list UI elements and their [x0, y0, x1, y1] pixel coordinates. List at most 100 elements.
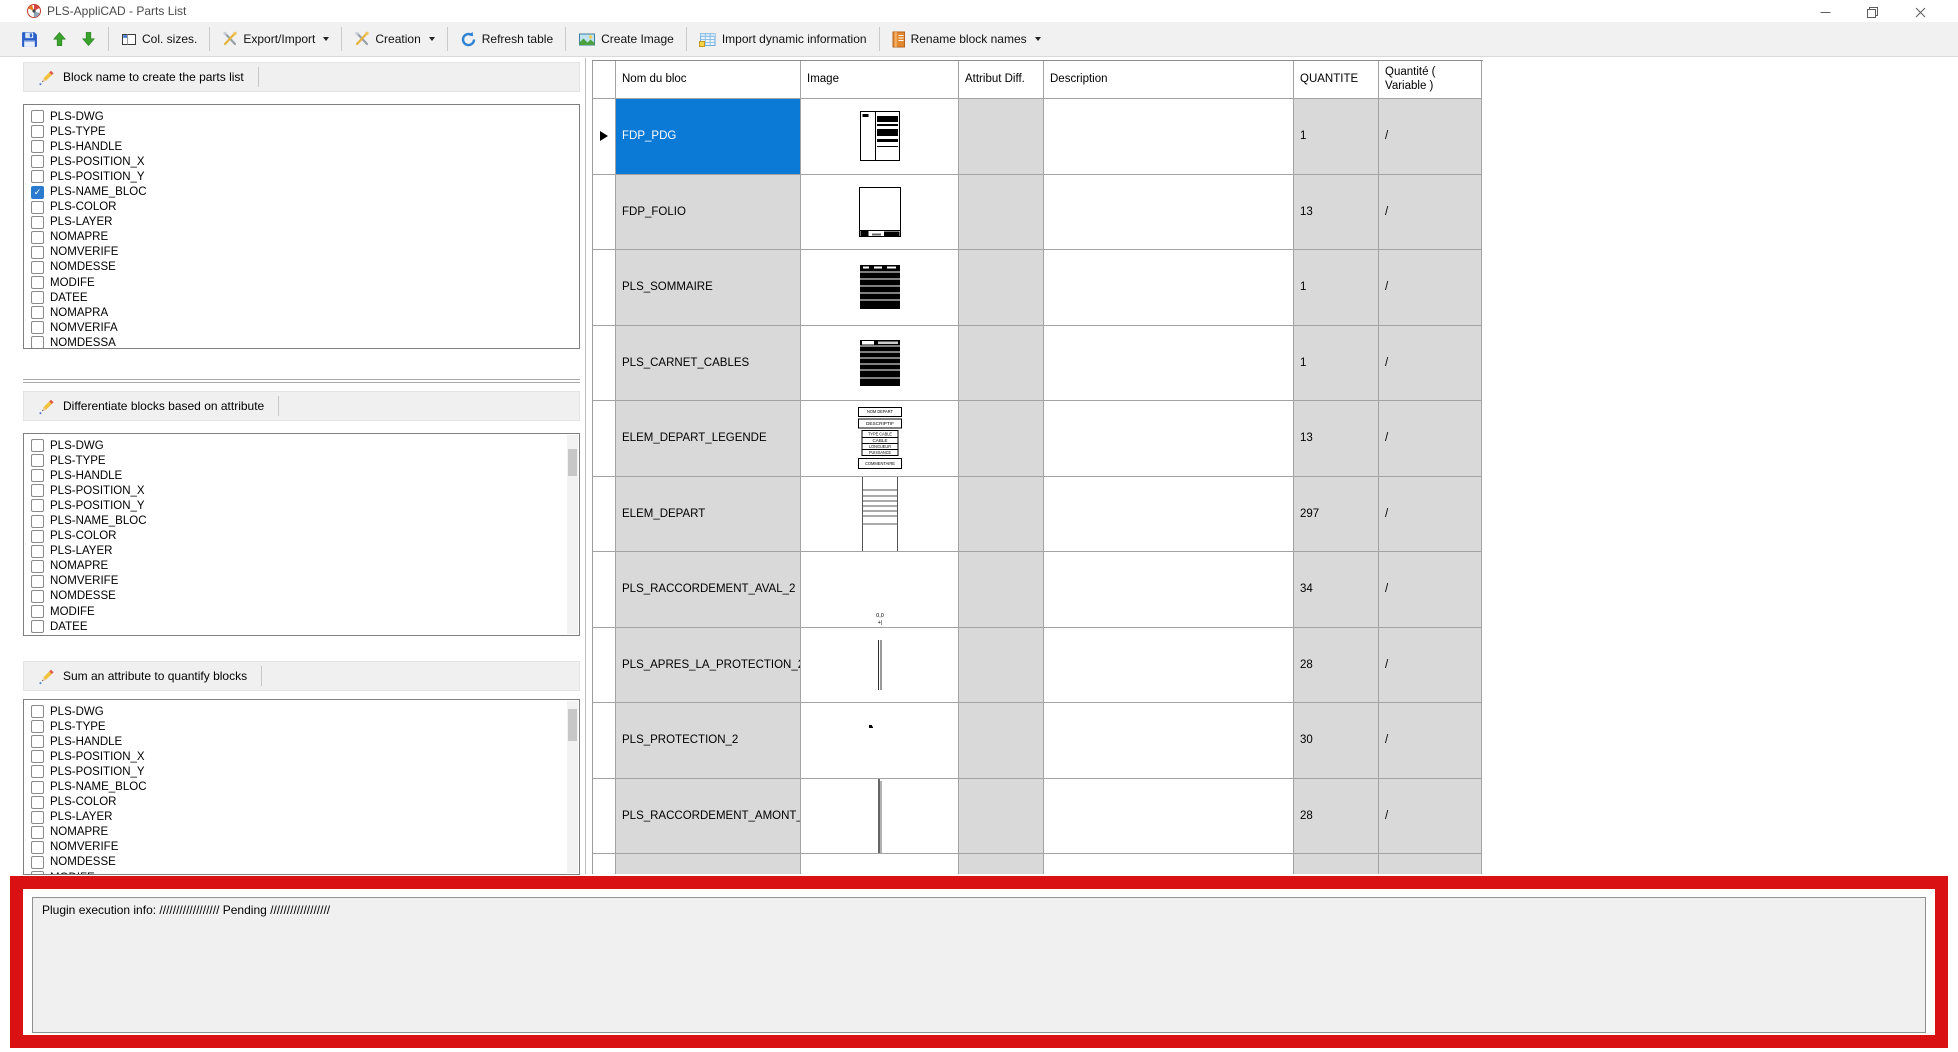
- checkbox-icon[interactable]: [31, 781, 44, 794]
- section-header-block-name[interactable]: Block name to create the parts list: [23, 62, 580, 92]
- attribute-option[interactable]: NOMVERIFE: [24, 574, 579, 589]
- attribute-option[interactable]: NOMVERIFA: [24, 320, 579, 335]
- cell-quantite-variable[interactable]: /: [1379, 703, 1482, 779]
- cell-description[interactable]: [1044, 250, 1294, 326]
- column-header-col-image[interactable]: Image: [801, 61, 959, 99]
- attribute-option[interactable]: PLS-LAYER: [24, 215, 579, 230]
- cell-block-image[interactable]: [801, 628, 959, 704]
- column-header-col-quantite-variable[interactable]: Quantité ( Variable ): [1379, 61, 1482, 99]
- attribute-option[interactable]: PLS-DWG: [24, 109, 579, 124]
- cell-attribut-diff[interactable]: [959, 175, 1044, 251]
- column-header-col-description[interactable]: Description: [1044, 61, 1294, 99]
- checkbox-icon[interactable]: [31, 231, 44, 244]
- cell-block-name[interactable]: PLS_RACCORDEMENT_AVAL_2: [616, 552, 801, 628]
- cell-block-image[interactable]: [801, 99, 959, 175]
- cell-block-name[interactable]: ELEM_DEPART_LEGENDE: [616, 401, 801, 477]
- attribute-option[interactable]: PLS-COLOR: [24, 529, 579, 544]
- cell-block-image[interactable]: [801, 326, 959, 402]
- attribute-option[interactable]: PLS-POSITION_X: [24, 749, 579, 764]
- cell-quantite[interactable]: [1294, 854, 1379, 874]
- row-selector[interactable]: [593, 175, 616, 251]
- scrollbar-thumb[interactable]: [568, 449, 577, 476]
- creation-button[interactable]: Creation: [347, 27, 441, 51]
- attribute-option[interactable]: PLS-POSITION_Y: [24, 764, 579, 779]
- cell-block-name[interactable]: [616, 854, 801, 874]
- cell-quantite[interactable]: 297: [1294, 477, 1379, 553]
- checkbox-icon[interactable]: [31, 720, 44, 733]
- attribute-option[interactable]: NOMDESSE: [24, 260, 579, 275]
- cell-quantite[interactable]: 13: [1294, 401, 1379, 477]
- column-header-col-nom-du-bloc[interactable]: Nom du bloc: [616, 61, 801, 99]
- attribute-option[interactable]: NOMDESSE: [24, 855, 579, 870]
- import-dynamic-button[interactable]: Import dynamic information: [692, 28, 874, 51]
- cell-quantite-variable[interactable]: /: [1379, 628, 1482, 704]
- checkbox-icon[interactable]: [31, 515, 44, 528]
- cell-block-image[interactable]: [801, 175, 959, 251]
- cell-block-name[interactable]: PLS_CARNET_CABLES: [616, 326, 801, 402]
- cell-quantite[interactable]: 34: [1294, 552, 1379, 628]
- cell-quantite[interactable]: 1: [1294, 99, 1379, 175]
- checkbox-icon[interactable]: [31, 575, 44, 588]
- attribute-option[interactable]: NOMAPRA: [24, 305, 579, 320]
- checkbox-icon[interactable]: [31, 439, 44, 452]
- attribute-option[interactable]: ✓PLS-NAME_BLOC: [24, 184, 579, 199]
- attribute-option[interactable]: PLS-DWG: [24, 438, 579, 453]
- attribute-option[interactable]: PLS-POSITION_X: [24, 154, 579, 169]
- checkbox-icon[interactable]: [31, 871, 44, 875]
- cell-attribut-diff[interactable]: [959, 326, 1044, 402]
- checkbox-icon[interactable]: [31, 545, 44, 558]
- move-down-button[interactable]: [74, 27, 103, 51]
- row-selector[interactable]: [593, 401, 616, 477]
- col-sizes-button[interactable]: Col. sizes.: [114, 28, 204, 51]
- attribute-option[interactable]: MODIFE: [24, 870, 579, 875]
- attribute-option[interactable]: NOMDESSA: [24, 335, 579, 349]
- checkbox-icon[interactable]: [31, 484, 44, 497]
- checkbox-checked-icon[interactable]: ✓: [31, 186, 44, 199]
- vertical-splitter[interactable]: [585, 58, 586, 874]
- attribute-option[interactable]: PLS-TYPE: [24, 719, 579, 734]
- column-header-col-quantite[interactable]: QUANTITE: [1294, 61, 1379, 99]
- attribute-option[interactable]: MODIFE: [24, 275, 579, 290]
- checkbox-icon[interactable]: [31, 201, 44, 214]
- cell-block-image[interactable]: [801, 477, 959, 553]
- cell-block-image[interactable]: 0,0+|: [801, 552, 959, 628]
- cell-block-name[interactable]: PLS_PROTECTION_2: [616, 703, 801, 779]
- cell-quantite-variable[interactable]: /: [1379, 326, 1482, 402]
- cell-quantite-variable[interactable]: /: [1379, 99, 1482, 175]
- scrollbar[interactable]: [567, 435, 578, 634]
- row-selector[interactable]: [593, 326, 616, 402]
- cell-attribut-diff[interactable]: [959, 779, 1044, 855]
- attribute-option[interactable]: PLS-COLOR: [24, 795, 579, 810]
- cell-description[interactable]: [1044, 477, 1294, 553]
- cell-quantite-variable[interactable]: /: [1379, 401, 1482, 477]
- checkbox-icon[interactable]: [31, 856, 44, 869]
- attribute-option[interactable]: PLS-DWG: [24, 704, 579, 719]
- rename-blocks-button[interactable]: Rename block names: [885, 27, 1048, 52]
- checkbox-icon[interactable]: [31, 765, 44, 778]
- cell-quantite[interactable]: 1: [1294, 326, 1379, 402]
- attribute-option[interactable]: NOMAPRE: [24, 559, 579, 574]
- checkbox-icon[interactable]: [31, 469, 44, 482]
- cell-quantite-variable[interactable]: /: [1379, 175, 1482, 251]
- attribute-option[interactable]: PLS-POSITION_X: [24, 483, 579, 498]
- attribute-option[interactable]: PLS-COLOR: [24, 200, 579, 215]
- cell-block-image[interactable]: [801, 779, 959, 855]
- attribute-option[interactable]: PLS-TYPE: [24, 453, 579, 468]
- column-header-col-attribut-diff[interactable]: Attribut Diff.: [959, 61, 1044, 99]
- attribute-list-2[interactable]: PLS-DWGPLS-TYPEPLS-HANDLEPLS-POSITION_XP…: [23, 699, 580, 875]
- scrollbar[interactable]: [567, 701, 578, 873]
- cell-description[interactable]: [1044, 628, 1294, 704]
- attribute-option[interactable]: PLS-HANDLE: [24, 734, 579, 749]
- scrollbar-thumb[interactable]: [568, 709, 577, 741]
- attribute-option[interactable]: DATEE: [24, 290, 579, 305]
- cell-attribut-diff[interactable]: [959, 99, 1044, 175]
- attribute-option[interactable]: PLS-POSITION_Y: [24, 169, 579, 184]
- attribute-list-0[interactable]: PLS-DWGPLS-TYPEPLS-HANDLEPLS-POSITION_XP…: [23, 104, 580, 349]
- attribute-option[interactable]: NOMVERIFE: [24, 840, 579, 855]
- cell-block-image[interactable]: [801, 250, 959, 326]
- cell-description[interactable]: [1044, 703, 1294, 779]
- panel-splitter[interactable]: [23, 379, 580, 383]
- cell-description[interactable]: [1044, 552, 1294, 628]
- attribute-option[interactable]: PLS-HANDLE: [24, 468, 579, 483]
- attribute-option[interactable]: PLS-POSITION_Y: [24, 498, 579, 513]
